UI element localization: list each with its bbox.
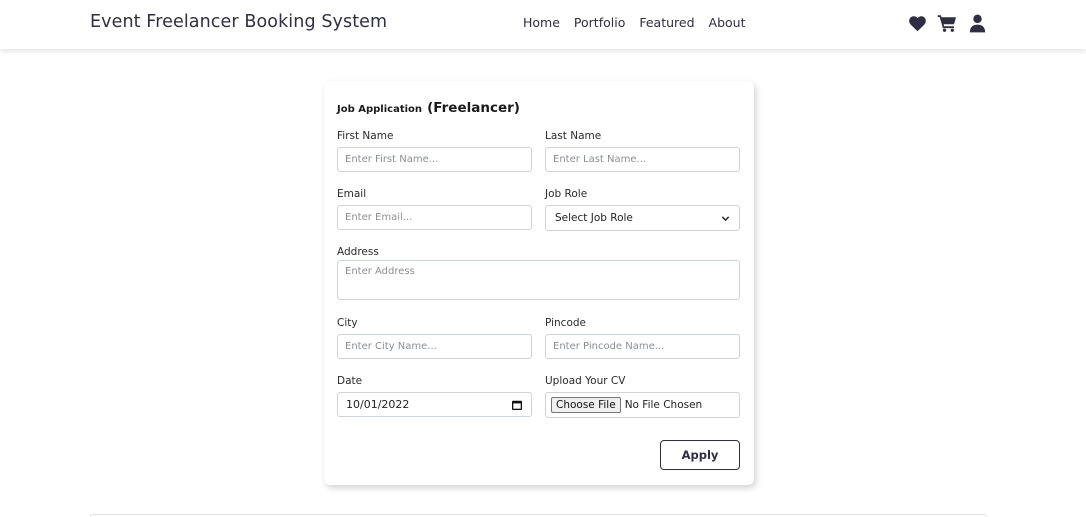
address-textarea[interactable] <box>337 260 740 300</box>
nav-link-portfolio[interactable]: Portfolio <box>574 15 625 30</box>
cart-icon[interactable] <box>937 13 957 33</box>
nav-link-about[interactable]: About <box>709 15 746 30</box>
heart-icon[interactable] <box>907 13 927 33</box>
nav-links: Home Portfolio Featured About <box>523 15 746 30</box>
pincode-label: Pincode <box>545 317 586 329</box>
city-input[interactable] <box>337 334 532 359</box>
file-status-text: No File Chosen <box>624 399 703 411</box>
email-input[interactable] <box>337 205 532 230</box>
pincode-input[interactable] <box>545 334 740 359</box>
nav-icons <box>907 13 987 33</box>
brand-title[interactable]: Event Freelancer Booking System <box>90 12 387 32</box>
first-name-label: First Name <box>337 130 394 142</box>
calendar-icon[interactable] <box>511 399 523 411</box>
form-title-small: Job Application <box>337 104 423 115</box>
job-role-selected: Select Job Role <box>555 212 633 224</box>
form-title-big: (Freelancer) <box>427 100 520 116</box>
date-value: 10/01/2022 <box>346 398 410 411</box>
city-label: City <box>337 317 358 329</box>
date-input[interactable]: 10/01/2022 <box>337 392 532 417</box>
nav-link-home[interactable]: Home <box>523 15 560 30</box>
apply-button[interactable]: Apply <box>660 440 740 470</box>
date-label: Date <box>337 375 363 387</box>
cv-file-input[interactable]: Choose File No File Chosen <box>545 392 740 418</box>
top-navbar: Event Freelancer Booking System Home Por… <box>0 0 1086 49</box>
last-name-label: Last Name <box>545 130 602 142</box>
job-role-label: Job Role <box>545 188 588 200</box>
first-name-input[interactable] <box>337 147 532 172</box>
form-title: Job Application (Freelancer) <box>337 97 520 116</box>
email-label: Email <box>337 188 367 200</box>
nav-link-featured[interactable]: Featured <box>639 15 694 30</box>
cv-label: Upload Your CV <box>545 375 626 387</box>
address-label: Address <box>337 246 379 258</box>
last-name-input[interactable] <box>545 147 740 172</box>
choose-file-button[interactable]: Choose File <box>551 397 621 413</box>
job-application-card: Job Application (Freelancer) First Name … <box>324 81 754 485</box>
job-role-select[interactable]: Select Job Role <box>545 205 740 231</box>
user-icon[interactable] <box>967 13 987 33</box>
chevron-down-icon <box>721 215 730 221</box>
